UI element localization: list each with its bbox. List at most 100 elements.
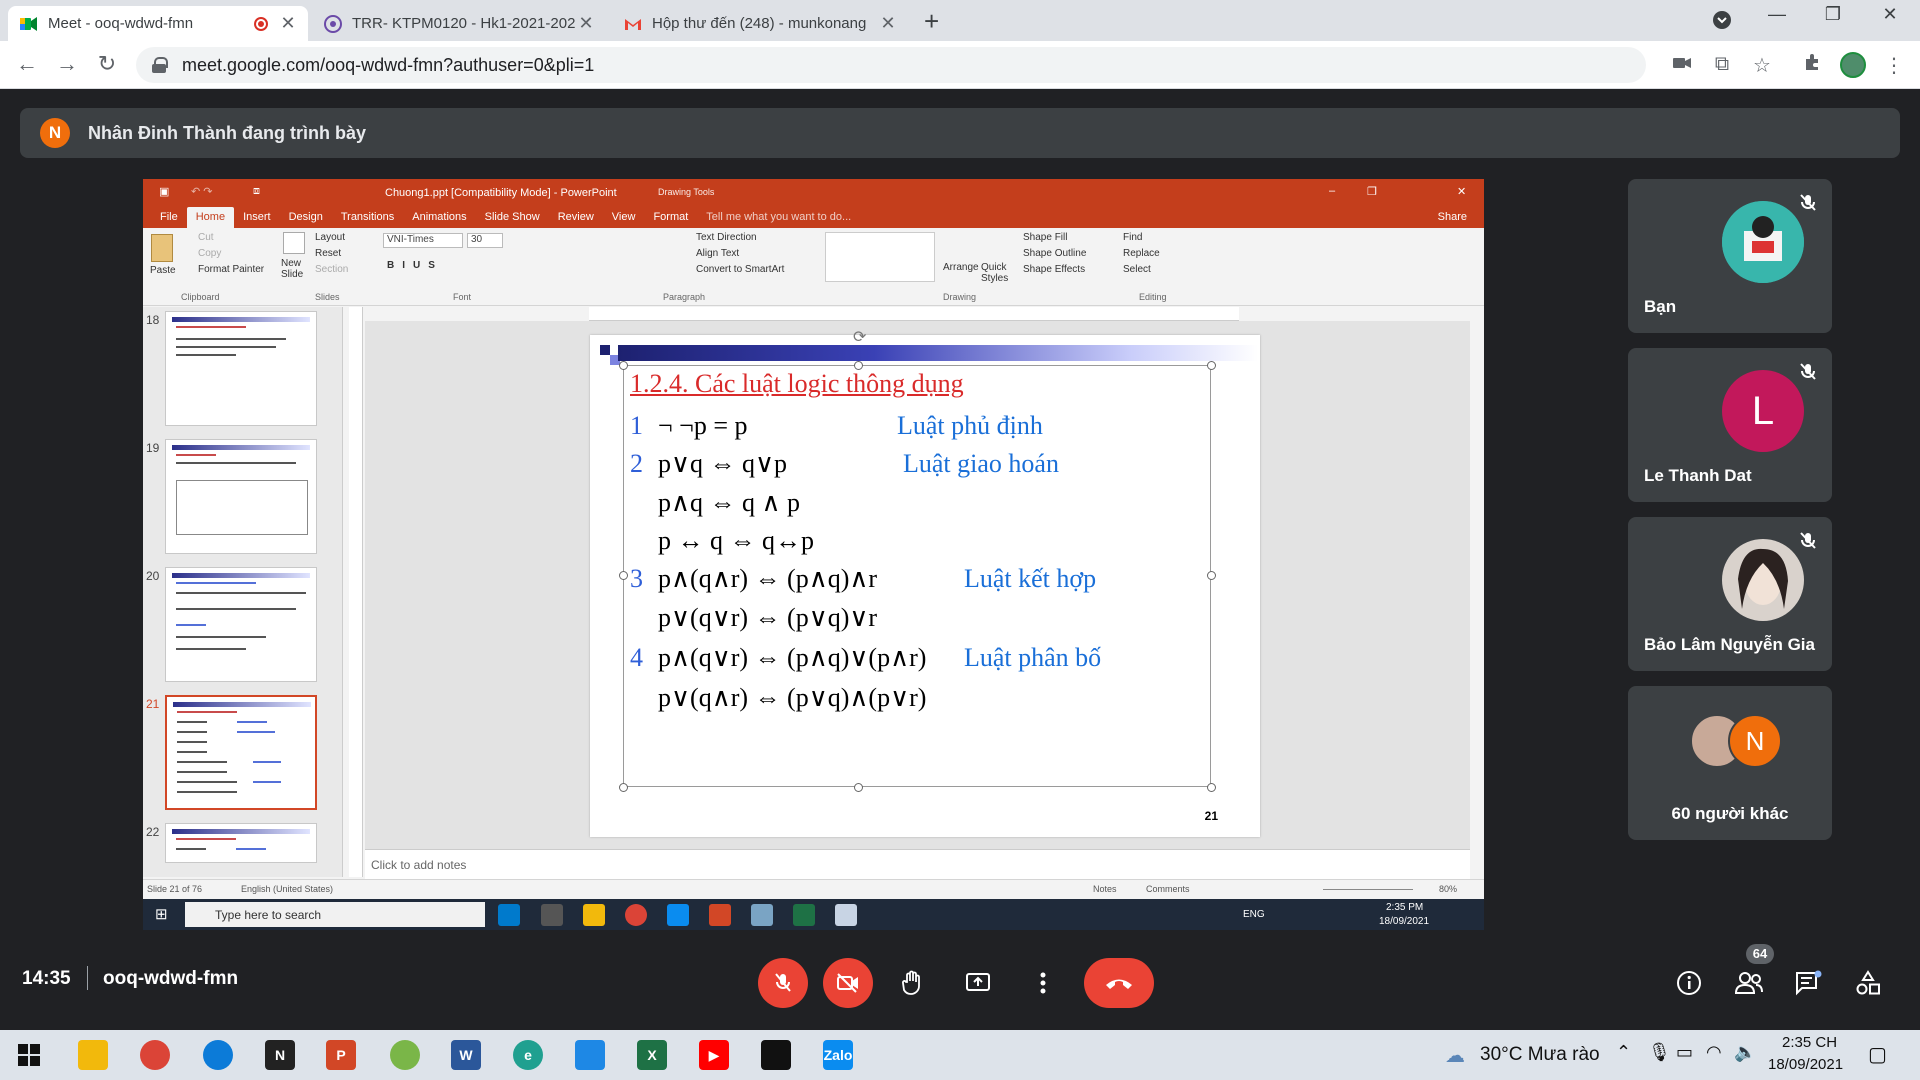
tab-trr[interactable]: TRR- KTPM0120 - Hk1-2021-202 ✕ <box>312 6 606 41</box>
word-icon[interactable]: W <box>451 1040 481 1070</box>
minimize-icon[interactable]: — <box>1757 4 1797 25</box>
windows-start-icon[interactable] <box>14 1040 44 1070</box>
participant-tile[interactable]: Bảo Lâm Nguyễn Gia <box>1628 517 1832 671</box>
app-icon[interactable] <box>575 1040 605 1070</box>
font-name-box: VNI-Times <box>383 233 463 248</box>
windows-taskbar: N P W e X ▶ Zalo ☁ 30°C Mưa rào ⌃ 🎙 ▭ ◠ … <box>0 1030 1920 1080</box>
address-bar[interactable]: meet.google.com/ooq-wdwd-fmn?authuser=0&… <box>136 47 1646 83</box>
pp-ribbon: Paste Cut Copy Format Painter Clipboard … <box>143 228 1484 306</box>
camera-icon[interactable] <box>1668 53 1696 76</box>
participant-name: 60 người khác <box>1671 804 1789 823</box>
more-vert-icon <box>1040 972 1046 994</box>
new-tab-icon[interactable]: + <box>924 6 939 37</box>
app-icon[interactable] <box>390 1040 420 1070</box>
meeting-details-button[interactable] <box>1674 968 1704 998</box>
chrome-icon[interactable] <box>140 1040 170 1070</box>
close-window-icon[interactable]: ✕ <box>1870 4 1910 25</box>
clipboard-group-label: Clipboard <box>181 292 220 302</box>
file-explorer-icon <box>583 904 605 926</box>
divider <box>87 966 88 990</box>
excel-icon <box>793 904 815 926</box>
tab-search-icon[interactable] <box>1702 10 1742 35</box>
tab-gmail[interactable]: Hộp thư đến (248) - munkonang ✕ <box>612 6 908 41</box>
end-call-button[interactable] <box>1084 958 1154 1008</box>
moodle-icon <box>324 14 342 33</box>
pp-tab-slideshow: Slide Show <box>484 211 540 223</box>
wifi-icon[interactable]: ◠ <box>1706 1042 1722 1063</box>
taskbar-time[interactable]: 2:35 CH <box>1782 1034 1837 1051</box>
open-external-icon[interactable]: ⧉ <box>1708 53 1736 76</box>
close-tab-icon[interactable]: ✕ <box>880 13 896 34</box>
close-tab-icon[interactable]: ✕ <box>578 13 594 34</box>
app-icon[interactable]: e <box>513 1040 543 1070</box>
raise-hand-icon <box>902 970 920 995</box>
convert-smartart-label: Convert to SmartArt <box>696 264 785 275</box>
zalo-icon[interactable]: Zalo <box>823 1040 853 1070</box>
slide-count: Slide 21 of 76 <box>147 884 203 894</box>
garena-icon[interactable] <box>761 1040 791 1070</box>
close-tab-icon[interactable]: ✕ <box>280 13 296 34</box>
mic-tray-icon[interactable]: 🎙 <box>1648 1042 1671 1063</box>
excel-icon[interactable]: X <box>637 1040 667 1070</box>
slide-thumbnail-selected <box>165 695 317 810</box>
youtube-icon[interactable]: ▶ <box>699 1040 729 1070</box>
drawing-tools-label: Drawing Tools <box>658 187 715 197</box>
reload-icon[interactable]: ↻ <box>92 51 122 77</box>
file-explorer-icon[interactable] <box>78 1040 108 1070</box>
mic-toggle-button[interactable] <box>758 958 808 1008</box>
app-icon <box>541 904 563 926</box>
maximize-icon[interactable]: ❐ <box>1813 4 1853 25</box>
paste-label: Paste <box>150 265 176 276</box>
notes-pane: Click to add notes <box>365 849 1470 879</box>
pp-restore-icon: ❐ <box>1367 186 1377 198</box>
muted-mic-icon <box>1800 363 1816 380</box>
pp-minimize-icon: – <box>1329 185 1336 197</box>
camera-toggle-button[interactable] <box>823 958 873 1008</box>
participant-tile[interactable]: Bạn <box>1628 179 1832 333</box>
logic-expression: p∨q ⇔ q∨p <box>658 449 788 478</box>
weather-icon: ☁ <box>1445 1044 1465 1067</box>
comments-toggle: Comments <box>1146 884 1190 894</box>
drawing-group-label: Drawing <box>943 292 977 302</box>
raise-hand-button[interactable] <box>888 958 938 1008</box>
more-options-button[interactable] <box>1018 958 1068 1008</box>
forward-icon[interactable]: → <box>52 51 82 77</box>
taskbar-date[interactable]: 18/09/2021 <box>1768 1056 1843 1073</box>
volume-icon[interactable]: 🔈 <box>1734 1042 1756 1063</box>
section-label: Section <box>315 264 349 275</box>
arrange-label: Arrange <box>943 262 979 273</box>
presenting-banner: N Nhân Đinh Thành đang trình bày <box>20 108 1900 158</box>
cut-label: Cut <box>198 232 214 243</box>
pp-tab-review: Review <box>557 211 594 223</box>
tab-title: TRR- KTPM0120 - Hk1-2021-202 <box>352 15 576 32</box>
edge-icon[interactable] <box>203 1040 233 1070</box>
profile-avatar[interactable] <box>1840 52 1866 78</box>
slides-group-label: Slides <box>315 292 340 302</box>
chrome-menu-icon[interactable]: ⋮ <box>1880 53 1908 78</box>
weather-text[interactable]: 30°C Mưa rào <box>1480 1044 1600 1066</box>
people-button[interactable] <box>1734 968 1764 998</box>
battery-icon[interactable]: ▭ <box>1676 1042 1693 1063</box>
participant-tile[interactable]: L Le Thanh Dat <box>1628 348 1832 502</box>
find-label: Find <box>1123 232 1143 243</box>
extensions-icon[interactable] <box>1798 53 1826 77</box>
activities-button[interactable] <box>1853 968 1883 998</box>
participant-tile-others[interactable]: N 60 người khác <box>1628 686 1832 840</box>
shapes-gallery <box>825 232 935 282</box>
bookmark-star-icon[interactable]: ☆ <box>1748 53 1776 78</box>
presenting-text: Nhân Đinh Thành đang trình bày <box>88 122 366 143</box>
zoom-slider <box>1323 889 1413 890</box>
present-screen-button[interactable] <box>953 958 1003 1008</box>
google-meet-icon <box>20 15 38 33</box>
tray-chevron-icon[interactable]: ⌃ <box>1616 1042 1631 1063</box>
back-icon[interactable]: ← <box>12 51 42 77</box>
notion-icon[interactable]: N <box>265 1040 295 1070</box>
powerpoint-icon[interactable]: P <box>326 1040 356 1070</box>
tab-meet[interactable]: Meet - ooq-wdwd-fmn ✕ <box>8 6 308 41</box>
zalo-icon <box>667 904 689 926</box>
chat-button[interactable] <box>1793 968 1823 998</box>
notifications-icon[interactable]: ▢ <box>1868 1042 1887 1067</box>
participant-photo <box>1722 539 1804 621</box>
thumb-number: 22 <box>146 825 160 839</box>
logic-expression: p∧(q∨r) ⇔ (p∧q)∨(p∧r) <box>658 643 927 672</box>
